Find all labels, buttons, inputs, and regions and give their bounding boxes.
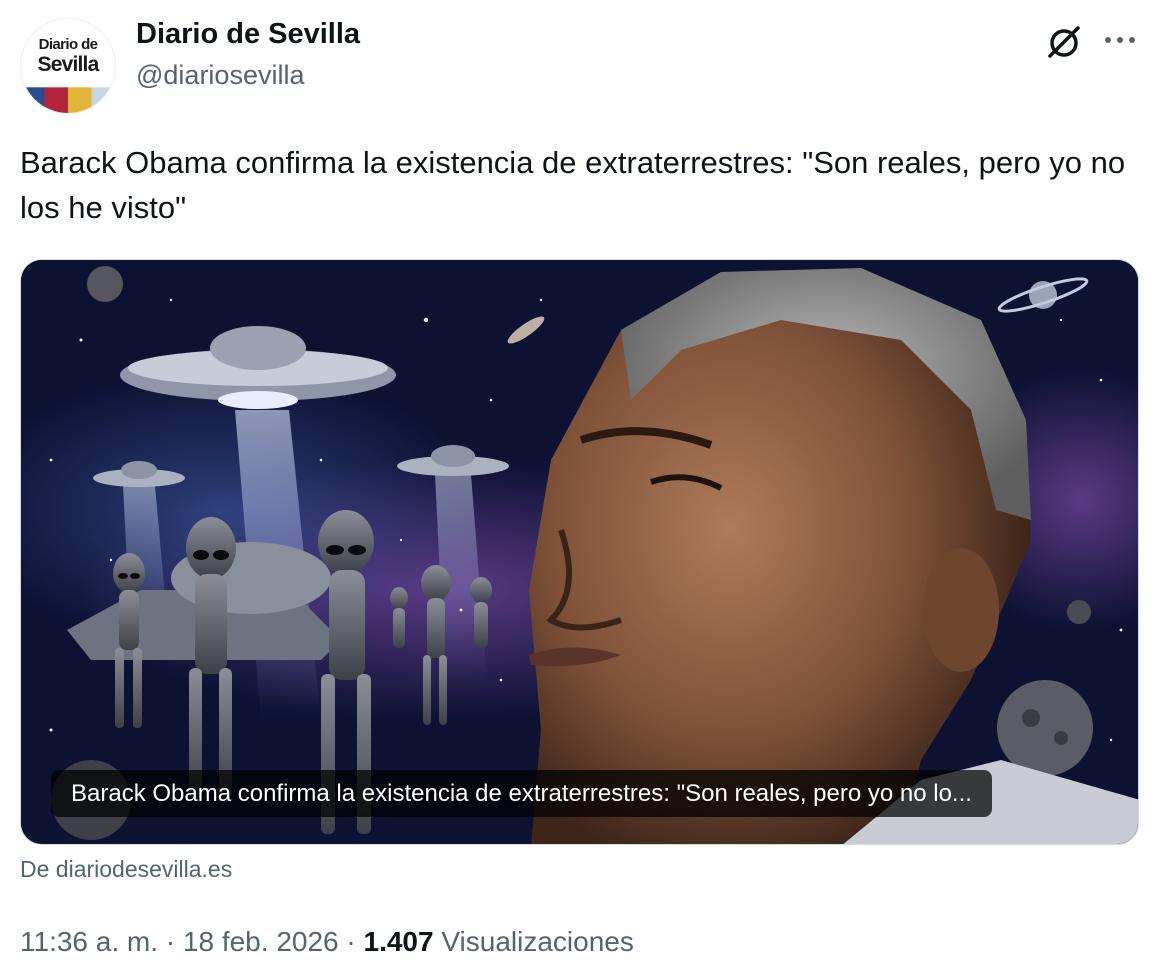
account-avatar[interactable]: Diario de Sevilla [20,18,116,114]
account-handle[interactable]: @diariosevilla [136,60,304,91]
meta-separator: · [346,926,356,957]
account-display-name[interactable]: Diario de Sevilla [136,18,360,51]
tweet-text: Barack Obama confirma la existencia de e… [20,145,1126,225]
card-image [21,260,1138,844]
tweet-time[interactable]: 11:36 a. m. [20,926,158,957]
views-count[interactable]: 1.407 [364,926,434,957]
card-source-link[interactable]: De diariodesevilla.es [20,856,232,883]
card-title-overlay: Barack Obama confirma la existencia de e… [51,770,992,817]
avatar-logo-line2: Sevilla [37,53,100,76]
link-card[interactable]: Barack Obama confirma la existencia de e… [20,259,1139,845]
grok-icon[interactable] [1044,24,1084,60]
views-label[interactable]: Visualizaciones [441,926,634,957]
avatar-logo-line1: Diario de [38,36,98,53]
tweet-date[interactable]: 18 feb. 2026 [183,926,339,957]
tweet-metadata: 11:36 a. m. · 18 feb. 2026 · 1.407 Visua… [20,926,634,958]
avatar-logo-stripes [21,87,115,113]
more-options-icon[interactable] [1102,28,1138,52]
meta-separator: · [165,926,176,957]
